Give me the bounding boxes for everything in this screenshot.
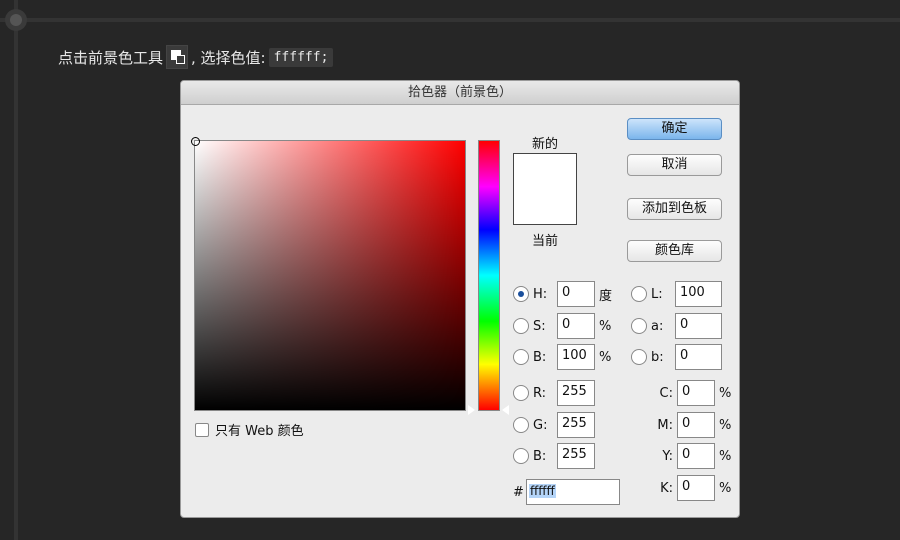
blue-radio[interactable] [513,448,529,464]
green-row: G: 255 [513,412,595,438]
magenta-label: M: [657,417,673,433]
lab-l-row: L: 100 [631,281,722,307]
ok-button[interactable]: 确定 [627,118,722,140]
instruction-mid: , 选择色值: [191,48,266,67]
saturation-label: S: [533,318,546,334]
lab-l-input[interactable]: 100 [675,281,722,307]
timeline-dot [5,9,27,31]
hue-row: H: 0 度 [513,281,615,307]
hue-slider-left-arrow-icon[interactable] [468,405,475,415]
lab-a-label: a: [651,318,664,334]
instruction-text: 点击前景色工具 , 选择色值: ffffff; [58,44,334,70]
lab-l-radio[interactable] [631,286,647,302]
black-input[interactable]: 0 [677,475,715,501]
foreground-color-tool-icon [166,45,189,69]
color-picker-dialog: 拾色器（前景色） 只有 Web 颜色 新的 当前 确定 取消 添加到色板 颜色库… [180,80,740,518]
timeline-horizontal-line [0,18,900,22]
cyan-row: C: 0 % [633,380,735,406]
blue-row: B: 255 [513,443,595,469]
hex-hash-label: # [513,485,524,500]
yellow-row: Y: 0 % [633,443,735,469]
new-current-swatch [513,153,577,225]
saturation-input[interactable]: 0 [557,313,595,339]
hex-value: ffffff [529,484,556,498]
lab-a-input[interactable]: 0 [675,313,722,339]
black-label: K: [660,480,673,496]
new-color-label: 新的 [531,137,558,152]
cyan-input[interactable]: 0 [677,380,715,406]
black-row: K: 0 % [633,475,735,501]
hue-unit: 度 [599,288,613,304]
web-colors-only-checkbox[interactable] [195,422,209,437]
color-field-marker-icon[interactable] [191,137,200,146]
web-colors-only-option[interactable]: 只有 Web 颜色 [195,420,304,439]
hue-slider-right-arrow-icon[interactable] [502,405,509,415]
cyan-label: C: [659,385,673,401]
hue-slider[interactable] [478,140,500,411]
green-input[interactable]: 255 [557,412,595,438]
dialog-title: 拾色器（前景色） [181,81,739,105]
hue-input[interactable]: 0 [557,281,595,307]
yellow-input[interactable]: 0 [677,443,715,469]
hex-input[interactable]: ffffff [526,479,620,505]
black-unit: % [719,480,732,496]
brightness-radio[interactable] [513,349,529,365]
red-label: R: [533,385,547,401]
yellow-label: Y: [662,448,673,464]
saturation-row: S: 0 % [513,313,615,339]
lab-b-label: b: [651,349,664,365]
saturation-unit: % [599,318,612,334]
red-row: R: 255 [513,380,595,406]
red-input[interactable]: 255 [557,380,595,406]
brightness-unit: % [599,349,612,365]
instruction-prefix: 点击前景色工具 [58,48,164,67]
color-field[interactable] [191,137,466,411]
hue-radio[interactable] [513,286,529,302]
timeline-vertical-line [14,0,18,540]
color-libraries-button[interactable]: 颜色库 [627,240,722,262]
current-color-label: 当前 [531,234,558,249]
green-radio[interactable] [513,417,529,433]
cyan-unit: % [719,385,732,401]
lab-l-label: L: [651,286,663,302]
magenta-unit: % [719,417,732,433]
add-to-swatches-button[interactable]: 添加到色板 [627,198,722,220]
lab-b-input[interactable]: 0 [675,344,722,370]
magenta-row: M: 0 % [633,412,735,438]
yellow-unit: % [719,448,732,464]
color-code-chip: ffffff; [268,47,334,67]
web-colors-only-label: 只有 Web 颜色 [215,424,304,439]
red-radio[interactable] [513,385,529,401]
lab-a-row: a: 0 [631,313,722,339]
brightness-input[interactable]: 100 [557,344,595,370]
brightness-label: B: [533,349,547,365]
saturation-radio[interactable] [513,318,529,334]
brightness-row: B: 100 % [513,344,615,370]
blue-label: B: [533,448,547,464]
cancel-button[interactable]: 取消 [627,154,722,176]
hue-label: H: [533,286,548,302]
lab-b-radio[interactable] [631,349,647,365]
lab-b-row: b: 0 [631,344,722,370]
lab-a-radio[interactable] [631,318,647,334]
blue-input[interactable]: 255 [557,443,595,469]
green-label: G: [533,417,548,433]
magenta-input[interactable]: 0 [677,412,715,438]
